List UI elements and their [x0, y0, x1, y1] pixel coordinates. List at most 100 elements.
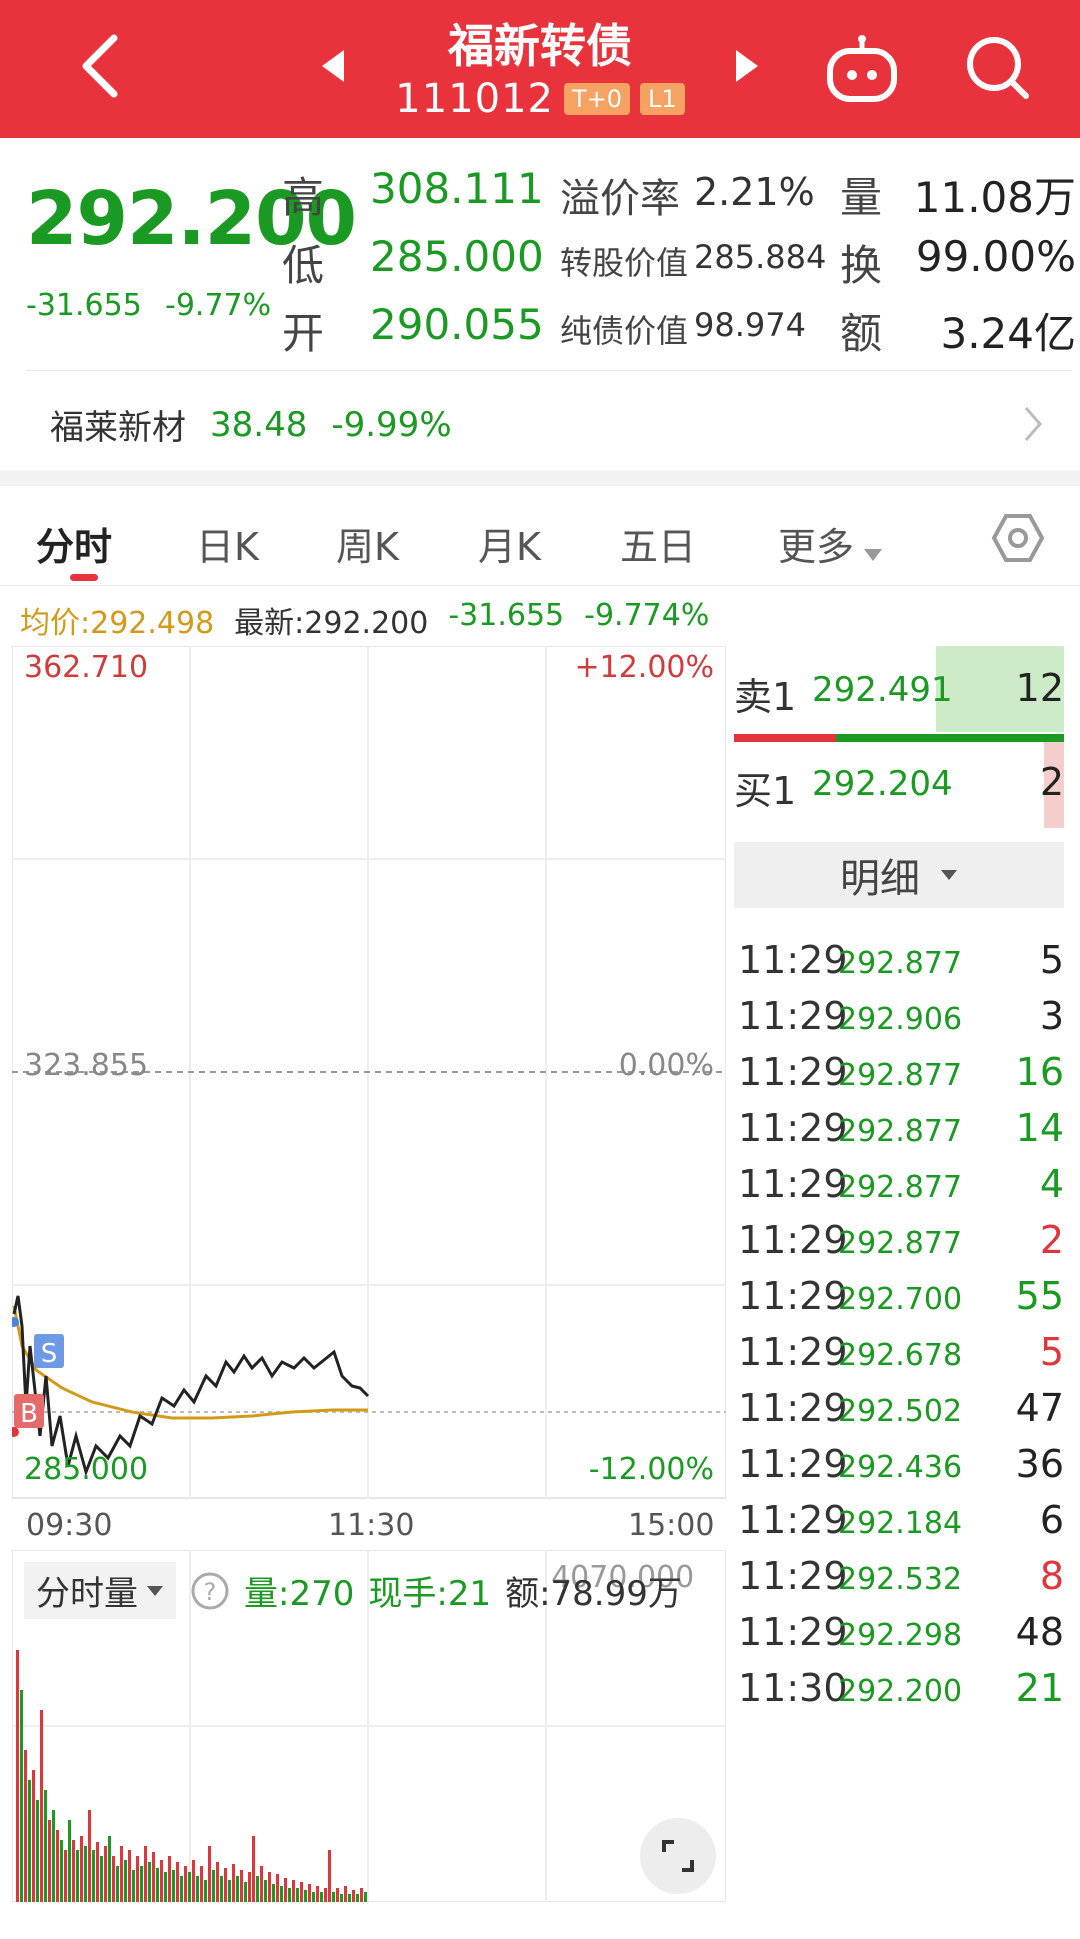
high-value: 308.111	[370, 164, 544, 213]
trade-volume: 6	[1039, 1498, 1064, 1542]
bond-value-label: 纯债价值	[560, 312, 689, 350]
trade-time: 11:29	[738, 1498, 848, 1542]
volume-header: 分时量 ? 量:270 现手:21 4070.000 额:78.99万	[24, 1560, 694, 1619]
next-security-button[interactable]	[730, 46, 764, 86]
tab-monthly-k[interactable]: 月K	[478, 516, 541, 571]
caret-down-icon	[941, 870, 957, 880]
time-end: 15:00	[628, 1508, 715, 1543]
trade-volume: 21	[1015, 1666, 1064, 1710]
trade-price: 292.200	[838, 1674, 963, 1709]
trade-time: 11:29	[738, 1330, 848, 1374]
trade-price: 292.436	[838, 1450, 963, 1485]
chart-top-price: 362.710	[24, 650, 149, 685]
trade-time: 11:29	[738, 1106, 848, 1150]
bid-row[interactable]: 买1 292.204 2	[734, 742, 1064, 828]
search-icon	[967, 37, 1029, 99]
security-code: 111012	[395, 76, 554, 122]
t0-badge: T+0	[564, 83, 631, 115]
trade-price: 292.700	[838, 1282, 963, 1317]
chart-settings-button[interactable]	[990, 510, 1046, 570]
trade-price: 292.877	[838, 1114, 963, 1149]
l1-badge: L1	[640, 83, 685, 115]
expand-icon	[662, 1840, 694, 1872]
bid-price: 292.204	[812, 764, 953, 804]
trade-time: 11:29	[738, 1218, 848, 1262]
chart-top-pct: +12.00%	[574, 650, 714, 685]
security-subtitle: 111012 T+0 L1	[0, 76, 1080, 122]
volume-value: 11.08万	[913, 173, 1076, 222]
chart-tabs: 分时 日K 周K 月K 五日 更多	[0, 486, 1080, 586]
trade-volume: 14	[1015, 1106, 1064, 1150]
trade-time: 11:29	[738, 1610, 848, 1654]
robot-icon	[827, 35, 897, 102]
trade-volume: 5	[1039, 1330, 1064, 1374]
trade-time: 11:29	[738, 994, 848, 1038]
trade-time: 11:29	[738, 1442, 848, 1486]
help-icon[interactable]: ?	[190, 1571, 230, 1611]
open-label: 开	[282, 309, 325, 358]
trade-volume: 16	[1015, 1050, 1064, 1094]
underlying-stock-row[interactable]: 福莱新材 38.48 -9.99%	[50, 400, 452, 449]
trade-price: 292.502	[838, 1394, 963, 1429]
volume-type-select[interactable]: 分时量	[24, 1562, 176, 1619]
underlying-chevron-icon[interactable]	[1022, 404, 1044, 448]
volume-type-label: 分时量	[36, 1574, 138, 1614]
hexagon-settings-icon	[991, 514, 1045, 562]
trade-price: 292.184	[838, 1506, 963, 1541]
amount-label: 额	[840, 309, 883, 358]
volume-label: 量	[840, 173, 883, 222]
trade-price: 292.298	[838, 1618, 963, 1653]
trade-volume: 55	[1015, 1274, 1064, 1318]
premium-value: 2.21%	[694, 170, 815, 214]
top-bar: 福新转债 111012 T+0 L1	[0, 0, 1080, 138]
ask-label: 卖1	[734, 675, 797, 719]
trade-volume: 48	[1015, 1610, 1064, 1654]
trade-volume: 4	[1039, 1162, 1064, 1206]
underlying-change-pct: -9.99%	[331, 404, 452, 445]
triangle-right-icon	[736, 50, 758, 82]
price-change: -31.655	[26, 288, 142, 323]
intraday-chart[interactable]: S B 362.710 +12.00% 323.855 0.00% 285.00…	[12, 646, 726, 1500]
detail-toggle[interactable]: 明细	[734, 842, 1064, 908]
trade-price: 292.877	[838, 1058, 963, 1093]
trade-price: 292.877	[838, 946, 963, 981]
security-name: 福新转债	[448, 19, 632, 73]
trade-price: 292.877	[838, 1170, 963, 1205]
trade-row: 11:30 292.200 21	[734, 1656, 1064, 1725]
fullscreen-button[interactable]	[640, 1818, 716, 1894]
chart-bottom-price: 285.000	[24, 1452, 149, 1487]
trade-time: 11:29	[738, 1554, 848, 1598]
search-button[interactable]	[958, 28, 1038, 108]
tab-more[interactable]: 更多	[778, 516, 884, 572]
turnover-label: 换	[840, 241, 883, 290]
avg-price: 均价:292.498	[20, 606, 215, 641]
conversion-value-label: 转股价值	[560, 244, 689, 282]
trade-volume: 47	[1015, 1386, 1064, 1430]
volume-bars	[16, 1650, 367, 1902]
trade-price: 292.532	[838, 1562, 963, 1597]
conversion-value: 285.884	[694, 238, 827, 276]
price-change-pct: -9.77%	[165, 288, 272, 323]
chart-bottom-pct: -12.00%	[588, 1452, 714, 1487]
trade-time: 11:30	[738, 1666, 848, 1710]
trade-volume: 3	[1039, 994, 1064, 1038]
ask-row[interactable]: 卖1 292.491 12	[734, 646, 1064, 732]
trade-time: 11:29	[738, 1274, 848, 1318]
open-value: 290.055	[370, 300, 544, 349]
tab-intraday[interactable]: 分时	[36, 516, 112, 571]
bid-ask-ratio-bar	[734, 734, 1064, 742]
tab-five-day[interactable]: 五日	[620, 516, 696, 571]
bid-label: 买1	[734, 769, 797, 813]
trade-volume: 8	[1039, 1554, 1064, 1598]
sell-marker-s: S	[41, 1339, 58, 1369]
clipped-trade-row: 11:29 292.848 1	[734, 916, 1064, 928]
intraday-info-row: 均价:292.498 最新:292.200 -31.655 -9.774%	[20, 598, 709, 642]
tab-weekly-k[interactable]: 周K	[336, 516, 399, 571]
buy-marker-b: B	[20, 1399, 38, 1429]
robot-assistant-button[interactable]	[820, 30, 904, 110]
ask-price: 292.491	[812, 670, 953, 710]
chart-mid-price: 323.855	[24, 1048, 149, 1083]
trade-time: 11:29	[738, 938, 848, 982]
trade-detail-list[interactable]: 11:29 292.848 1 11:29292.877511:29292.90…	[734, 916, 1064, 1916]
tab-daily-k[interactable]: 日K	[196, 516, 259, 571]
